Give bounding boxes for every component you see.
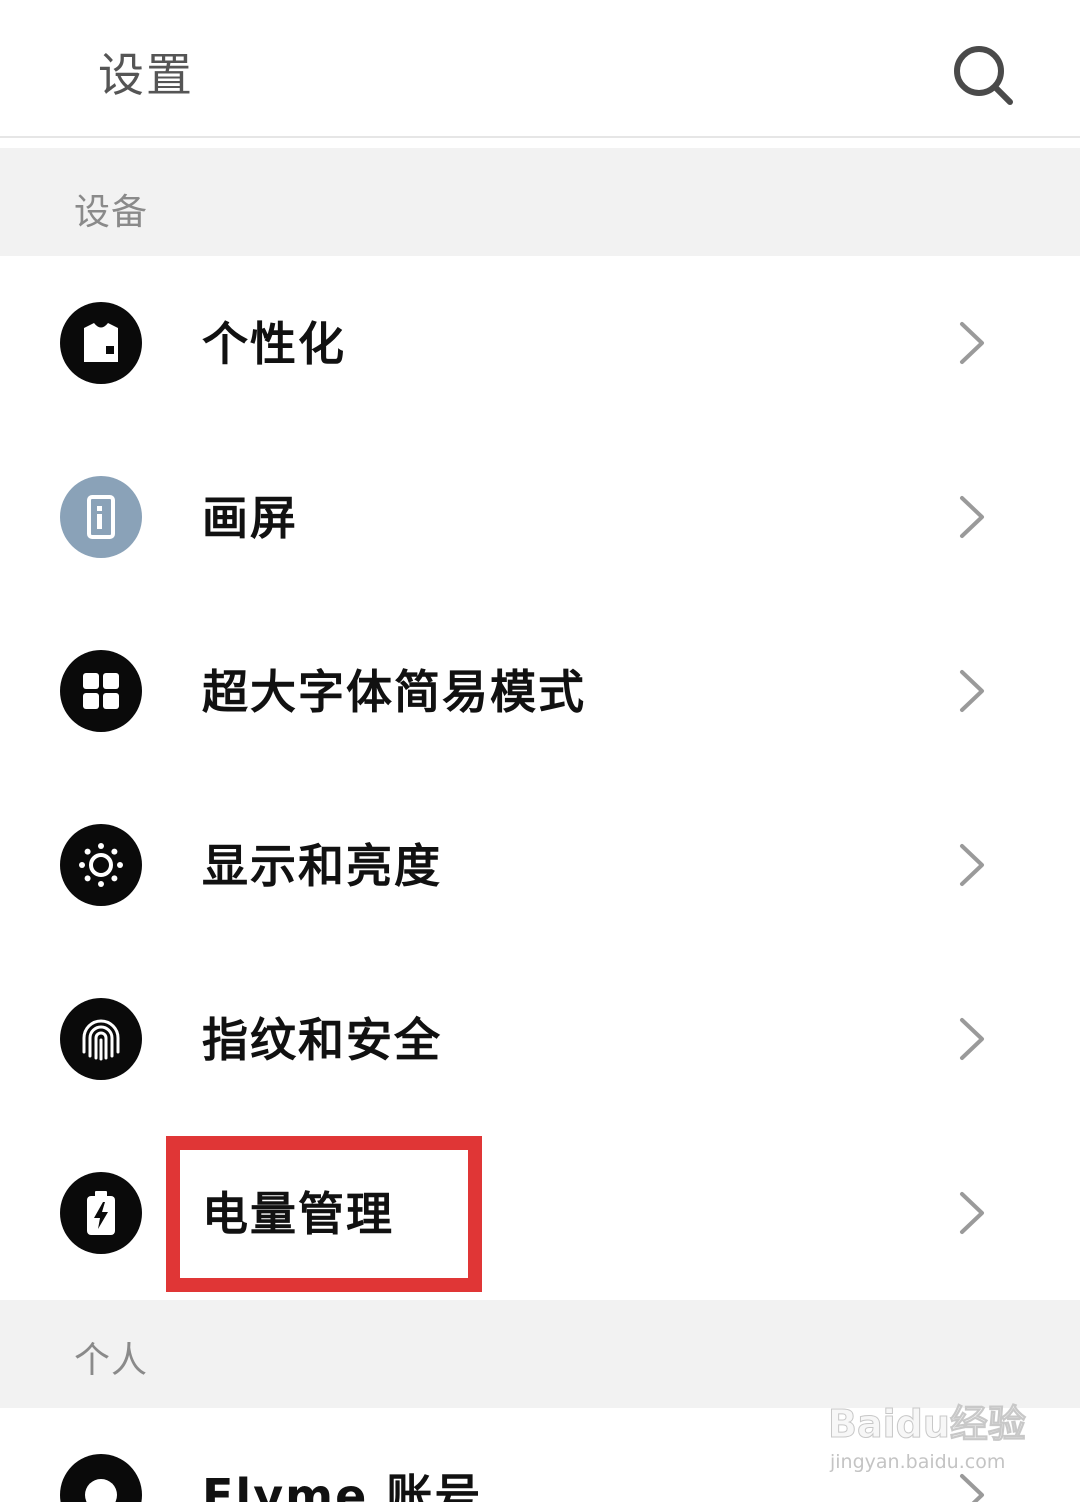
chevron-right-icon: [960, 844, 984, 886]
settings-item-label: Flyme 账号: [202, 1469, 483, 1502]
chevron-right-icon: [960, 670, 984, 712]
phone-screen-icon: [60, 476, 142, 558]
grid-icon: [60, 650, 142, 732]
settings-item-label: 超大字体简易模式: [202, 665, 586, 719]
account-icon: [60, 1454, 142, 1502]
battery-icon: [60, 1172, 142, 1254]
settings-item-label: 个性化: [202, 317, 346, 371]
settings-item-label: 画屏: [202, 491, 298, 545]
section-header-personal: 个人: [0, 1300, 1080, 1408]
settings-item-personalize[interactable]: 个性化: [0, 256, 1080, 430]
settings-item-battery-management[interactable]: 电量管理: [0, 1126, 1080, 1300]
settings-item-label: 电量管理: [202, 1187, 394, 1241]
settings-item-label: 显示和亮度: [202, 839, 442, 893]
chevron-right-icon: [960, 1192, 984, 1234]
settings-item-flyme-account[interactable]: Flyme 账号: [0, 1408, 1080, 1502]
chevron-right-icon: [960, 1018, 984, 1060]
settings-item-fingerprint-security[interactable]: 指纹和安全: [0, 952, 1080, 1126]
chevron-right-icon: [960, 496, 984, 538]
fingerprint-icon: [60, 998, 142, 1080]
section-label: 个人: [74, 1340, 149, 1381]
chevron-right-icon: [960, 1474, 984, 1502]
chevron-right-icon: [960, 322, 984, 364]
settings-item-label: 指纹和安全: [202, 1013, 442, 1067]
section-label: 设备: [74, 192, 149, 233]
section-header-device: 设备: [0, 148, 1080, 256]
settings-item-big-font-mode[interactable]: 超大字体简易模式: [0, 604, 1080, 778]
search-icon[interactable]: [950, 42, 1016, 108]
app-header: 设置: [0, 0, 1080, 138]
tshirt-icon: [60, 302, 142, 384]
brightness-icon: [60, 824, 142, 906]
settings-item-paint-screen[interactable]: 画屏: [0, 430, 1080, 604]
page-title: 设置: [98, 48, 194, 102]
settings-item-display-brightness[interactable]: 显示和亮度: [0, 778, 1080, 952]
